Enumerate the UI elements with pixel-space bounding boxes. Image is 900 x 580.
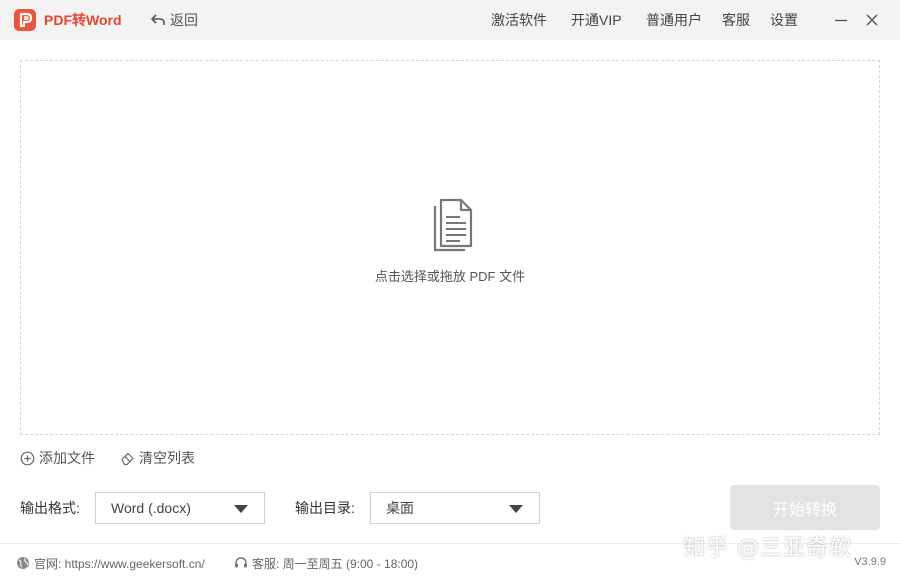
output-format-value: Word (.docx)	[111, 500, 191, 516]
document-icon	[433, 198, 473, 252]
back-arrow-icon	[151, 14, 165, 25]
add-file-label: 添加文件	[39, 450, 95, 466]
output-format-select[interactable]: Word (.docx)	[95, 492, 265, 524]
service-hours-text: 客服: 周一至周五 (9:00 - 18:00)	[252, 556, 419, 571]
website-text: 官网: https://www.geekersoft.cn/	[34, 556, 205, 571]
minimize-icon[interactable]	[833, 12, 849, 28]
back-button[interactable]: 返回	[150, 10, 198, 30]
chevron-down-icon	[509, 505, 523, 513]
version-label: V3.9.9	[854, 556, 886, 568]
back-label: 返回	[170, 12, 198, 28]
add-file-button[interactable]: 添加文件	[20, 449, 95, 467]
pdf-drop-zone[interactable]: 点击选择或拖放 PDF 文件	[20, 60, 880, 435]
start-conversion-button[interactable]: 开始转换	[730, 485, 880, 530]
output-directory-select[interactable]: 桌面	[370, 492, 540, 524]
app-title: PDF转Word	[44, 12, 122, 28]
clear-list-button[interactable]: 清空列表	[120, 449, 195, 467]
service-hours: 客服: 周一至周五 (9:00 - 18:00)	[234, 555, 418, 571]
settings-link[interactable]: 设置	[770, 11, 798, 29]
eraser-icon	[121, 452, 134, 465]
drop-zone-hint: 点击选择或拖放 PDF 文件	[374, 269, 526, 284]
support-link[interactable]: 客服	[722, 11, 750, 29]
user-account-link[interactable]: 普通用户	[646, 11, 702, 29]
clear-list-label: 清空列表	[139, 450, 195, 466]
close-icon[interactable]	[864, 12, 880, 28]
open-vip-link[interactable]: 开通VIP	[571, 11, 622, 29]
website-link[interactable]: 官网: https://www.geekersoft.cn/	[16, 555, 205, 571]
chevron-down-icon	[234, 505, 248, 513]
app-logo-icon	[14, 9, 36, 31]
activate-software-link[interactable]: 激活软件	[491, 11, 547, 29]
globe-icon	[17, 557, 29, 569]
watermark: 知乎 @三亚奇软	[683, 536, 852, 561]
title-bar: PDF转Word 返回 激活软件 开通VIP 普通用户 客服 设置	[0, 0, 900, 40]
headset-icon	[235, 557, 247, 568]
output-directory-value: 桌面	[386, 500, 414, 516]
output-directory-label: 输出目录:	[295, 500, 355, 516]
output-format-label: 输出格式:	[20, 500, 80, 516]
plus-circle-icon	[20, 451, 35, 465]
